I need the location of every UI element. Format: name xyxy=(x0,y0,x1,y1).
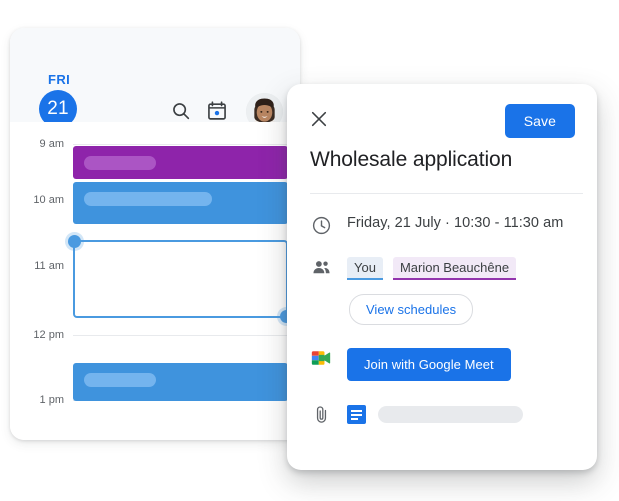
conferencing-row: Join with Google Meet xyxy=(310,325,597,381)
event-title-placeholder xyxy=(84,373,156,387)
people-icon xyxy=(310,256,332,278)
hour-label: 10 am xyxy=(33,194,64,206)
hour-label: 1 pm xyxy=(39,394,64,406)
calendar-day-grid[interactable]: 9 am 10 am 11 am 12 pm 1 pm xyxy=(10,122,300,440)
close-icon[interactable] xyxy=(310,110,328,128)
guest-chip-marion[interactable]: Marion Beauchêne xyxy=(392,257,517,280)
guests-row: You Marion Beauchêne View schedules xyxy=(310,236,597,325)
new-event-selection-box[interactable] xyxy=(68,235,293,323)
dialog-header: Save xyxy=(287,84,597,142)
guest-chip-list: You Marion Beauchêne xyxy=(347,257,597,280)
save-button[interactable]: Save xyxy=(504,104,575,138)
clock-icon xyxy=(310,214,332,236)
hour-label: 9 am xyxy=(39,138,64,150)
blue-event-1[interactable] xyxy=(73,182,288,224)
event-title-placeholder xyxy=(84,192,212,206)
blue-event-2[interactable] xyxy=(73,363,288,401)
view-schedules-button[interactable]: View schedules xyxy=(349,294,474,325)
hour-gridline xyxy=(73,144,288,145)
attachment-name-placeholder xyxy=(378,406,523,423)
join-google-meet-button[interactable]: Join with Google Meet xyxy=(347,348,511,381)
calendar-card: FRI 21 9 am 10 am 11 am 12 pm 1 pm xyxy=(10,28,300,440)
calendar-date-icon[interactable] xyxy=(206,100,228,122)
calendar-header: FRI 21 xyxy=(10,28,300,130)
google-docs-icon[interactable] xyxy=(347,405,366,424)
attachment-row xyxy=(310,381,597,425)
event-datetime: Friday, 21 July · 10:30 - 11:30 am xyxy=(347,215,564,231)
event-details-dialog: Save Wholesale application Friday, 21 Ju… xyxy=(287,84,597,470)
event-title: Wholesale application xyxy=(310,148,513,171)
paperclip-icon xyxy=(310,403,332,425)
guest-chip-you[interactable]: You xyxy=(347,257,383,280)
datetime-row: Friday, 21 July · 10:30 - 11:30 am xyxy=(310,194,597,236)
hour-label: 11 am xyxy=(34,260,64,272)
search-icon[interactable] xyxy=(170,100,192,122)
hour-label: 12 pm xyxy=(33,329,64,341)
google-meet-icon xyxy=(310,347,332,369)
day-of-week-label: FRI xyxy=(48,72,71,87)
resize-handle-start[interactable] xyxy=(68,235,81,248)
purple-event[interactable] xyxy=(73,146,288,179)
hour-gridline xyxy=(73,335,288,336)
event-title-placeholder xyxy=(84,156,156,170)
